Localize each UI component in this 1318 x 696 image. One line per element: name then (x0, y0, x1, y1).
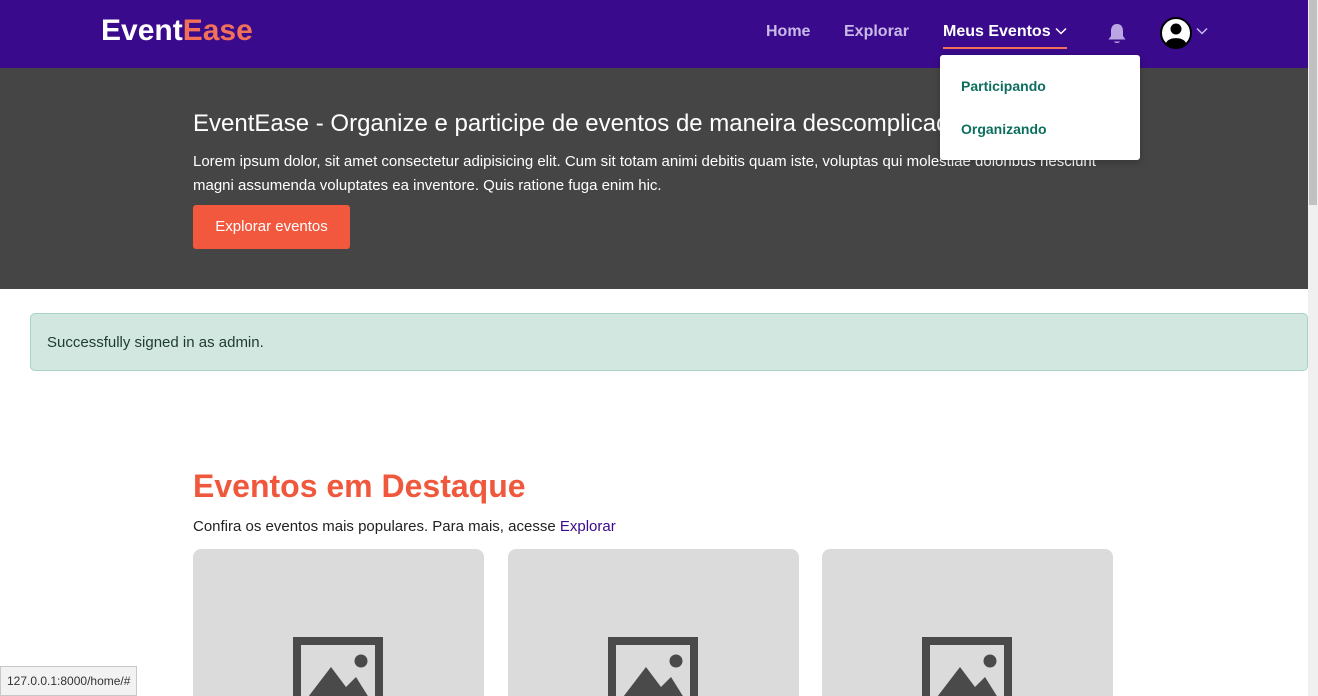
featured-subtitle: Confira os eventos mais populares. Para … (193, 518, 616, 535)
nav-link-meus-eventos-label: Meus Eventos (943, 23, 1051, 40)
brand-accent: Ease (182, 14, 253, 47)
hero-title: EventEase - Organize e participe de even… (193, 110, 963, 137)
nav-link-explorar[interactable]: Explorar (844, 23, 909, 41)
featured-subtitle-text: Confira os eventos mais populares. Para … (193, 518, 556, 535)
brand-logo[interactable]: EventEase (101, 14, 253, 48)
dropdown-item-participando[interactable]: Participando (961, 78, 1046, 94)
success-alert: Successfully signed in as admin. (30, 313, 1308, 371)
user-avatar-icon[interactable] (1160, 17, 1192, 49)
chevron-down-icon[interactable] (1196, 27, 1208, 35)
my-events-dropdown: Participando Organizando (940, 55, 1140, 160)
image-placeholder-icon (922, 637, 1012, 696)
image-placeholder-icon (608, 637, 698, 696)
featured-title: Eventos em Destaque (193, 468, 526, 504)
explore-link[interactable]: Explorar (560, 518, 616, 535)
dropdown-item-organizando[interactable]: Organizando (961, 121, 1047, 137)
chevron-down-icon (1055, 27, 1067, 35)
nav-link-home[interactable]: Home (766, 23, 810, 41)
bell-icon[interactable] (1106, 22, 1128, 46)
image-placeholder-icon (293, 637, 383, 696)
browser-status-url: 127.0.0.1:8000/home/# (0, 666, 138, 696)
scrollbar-thumb[interactable] (1309, 0, 1317, 205)
alert-message: Successfully signed in as admin. (47, 334, 264, 351)
event-card[interactable] (822, 549, 1113, 696)
event-card[interactable] (193, 549, 484, 696)
brand-main: Event (101, 14, 183, 47)
event-card[interactable] (508, 549, 799, 696)
nav-link-meus-eventos[interactable]: Meus Eventos (943, 23, 1067, 49)
explore-events-button[interactable]: Explorar eventos (193, 205, 350, 249)
